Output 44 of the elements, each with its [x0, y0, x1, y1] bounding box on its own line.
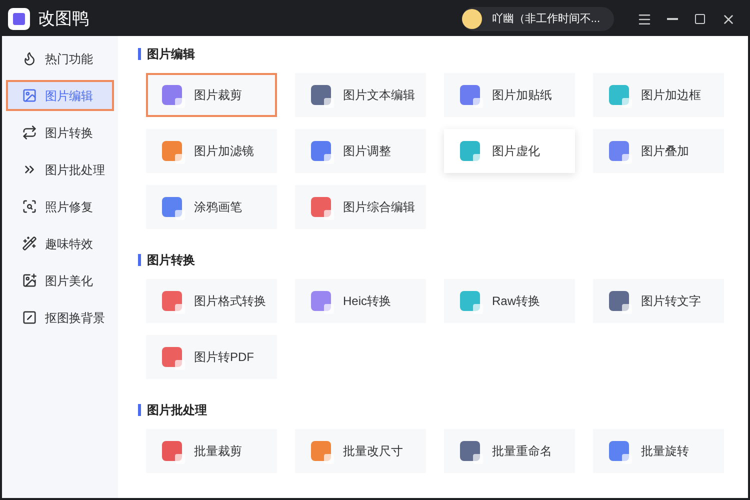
tool-card[interactable]: 涂鸦画笔	[146, 185, 277, 229]
tool-card[interactable]: 图片转PDF	[146, 335, 277, 379]
section-title: 图片编辑	[147, 46, 195, 63]
sidebar-item[interactable]: 照片修复	[6, 191, 114, 222]
tool-card[interactable]: 批量重命名	[444, 429, 575, 473]
sidebar-item[interactable]: 图片美化	[6, 265, 114, 296]
swap-icon	[22, 125, 37, 140]
tool-card[interactable]: Raw转换	[444, 279, 575, 323]
tool-card[interactable]: 图片加贴纸	[444, 73, 575, 117]
tool-card[interactable]: 图片综合编辑	[295, 185, 426, 229]
flame-icon	[22, 51, 37, 66]
tool-card[interactable]: Heic转换	[295, 279, 426, 323]
sidebar-item[interactable]: 抠图换背景	[6, 302, 114, 333]
sidebar-item[interactable]: 图片批处理	[6, 154, 114, 185]
tool-card[interactable]: 图片调整	[295, 129, 426, 173]
tool-card[interactable]: 图片文本编辑	[295, 73, 426, 117]
photo-search-icon	[22, 199, 37, 214]
user-pill[interactable]: 吖幽（非工作时间不...	[462, 7, 614, 31]
tool-card[interactable]: 批量旋转	[593, 429, 724, 473]
image-icon	[22, 88, 37, 103]
maximize-icon	[694, 13, 706, 25]
square-slash-icon	[22, 310, 37, 325]
sidebar-item[interactable]: 热门功能	[6, 43, 114, 74]
magic-wand-icon	[22, 236, 37, 251]
section-title: 图片转换	[147, 252, 195, 269]
section-title: 图片批处理	[147, 402, 207, 419]
tool-card[interactable]: 图片转文字	[593, 279, 724, 323]
tool-card[interactable]: 图片虚化	[444, 129, 575, 173]
tool-card[interactable]: 图片加滤镜	[146, 129, 277, 173]
tool-card[interactable]: 批量裁剪	[146, 429, 277, 473]
image-plus-icon	[22, 273, 37, 288]
sidebar-item[interactable]: 趣味特效	[6, 228, 114, 259]
tool-card[interactable]: 图片叠加	[593, 129, 724, 173]
tool-card[interactable]: 图片格式转换	[146, 279, 277, 323]
tool-card[interactable]: 批量改尺寸	[295, 429, 426, 473]
avatar	[462, 9, 482, 29]
minimize-icon	[666, 18, 678, 20]
app-title: 改图鸭	[38, 8, 89, 30]
app-logo-icon	[8, 8, 30, 30]
sidebar-item[interactable]: 图片编辑	[6, 80, 114, 111]
tool-card[interactable]: 图片裁剪	[146, 73, 277, 117]
menu-icon	[636, 12, 652, 26]
sidebar-item[interactable]: 图片转换	[6, 117, 114, 148]
tool-card[interactable]: 图片加边框	[593, 73, 724, 117]
